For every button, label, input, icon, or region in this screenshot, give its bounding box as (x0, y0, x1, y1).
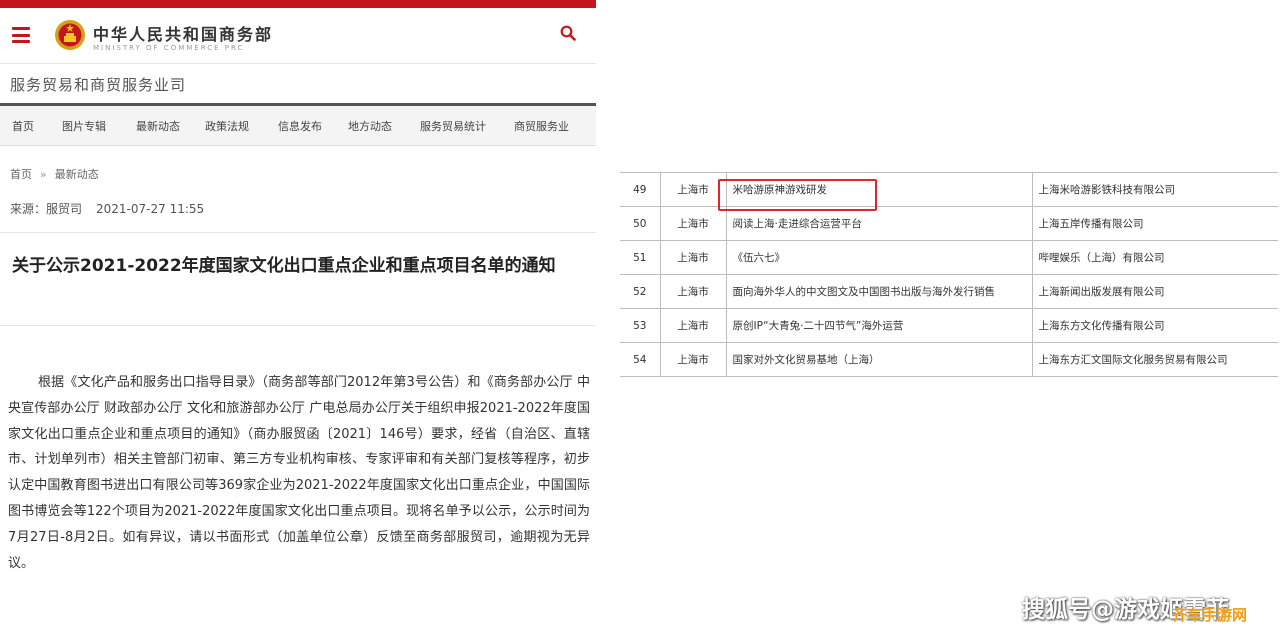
row-city: 上海市 (659, 342, 727, 377)
row-project: 原创IP“大青兔·二十四节气”海外运营 (725, 308, 1033, 343)
search-icon[interactable] (560, 25, 576, 41)
site-header: 中华人民共和国商务部 MINISTRY OF COMMERCE PRC (0, 8, 596, 64)
article-source: 来源：服贸司 (10, 202, 83, 216)
table-row: 52 上海市 面向海外华人的中文图文及中国图书出版与海外发行销售 上海新闻出版发… (620, 274, 1278, 309)
table-row: 53 上海市 原创IP“大青兔·二十四节气”海外运营 上海东方文化传播有限公司 (620, 308, 1278, 343)
breadcrumb: 首页 » 最新动态 (10, 166, 99, 182)
divider (0, 325, 596, 326)
site-name-en: MINISTRY OF COMMERCE PRC (93, 44, 245, 52)
row-city: 上海市 (659, 274, 727, 309)
row-company: 上海新闻出版发展有限公司 (1031, 274, 1278, 309)
row-city: 上海市 (659, 308, 727, 343)
list-table-screenshot: 49 上海市 米哈游原神游戏研发 上海米哈游影铁科技有限公司 50 上海市 阅读… (620, 172, 1278, 377)
row-number: 53 (620, 308, 661, 343)
article-datetime: 2021-07-27 11:55 (96, 202, 205, 216)
row-number: 52 (620, 274, 661, 309)
row-project: 阅读上海·走进综合运营平台 (725, 206, 1033, 241)
article-meta: 来源：服贸司 2021-07-27 11:55 (10, 200, 204, 217)
nav-item-announcements[interactable]: 信息发布 (278, 118, 322, 134)
nav-item-photo-album[interactable]: 图片专辑 (62, 118, 106, 134)
nav-item-commerce-services[interactable]: 商贸服务业 (514, 118, 569, 134)
breadcrumb-home[interactable]: 首页 (10, 168, 32, 181)
table-row: 54 上海市 国家对外文化贸易基地（上海） 上海东方汇文国际文化服务贸易有限公司 (620, 342, 1278, 377)
row-city: 上海市 (659, 206, 727, 241)
row-city: 上海市 (659, 172, 727, 207)
divider (0, 232, 596, 233)
row-company: 上海米哈游影铁科技有限公司 (1031, 172, 1278, 207)
breadcrumb-separator: » (40, 168, 47, 181)
nav-item-local-news[interactable]: 地方动态 (348, 118, 392, 134)
row-number: 51 (620, 240, 661, 275)
top-accent-bar (0, 0, 596, 8)
table-row: 51 上海市 《伍六七》 哔哩娱乐（上海）有限公司 (620, 240, 1278, 275)
row-project: 面向海外华人的中文图文及中国图书出版与海外发行销售 (725, 274, 1033, 309)
main-nav: 首页 图片专辑 最新动态 政策法规 信息发布 地方动态 服务贸易统计 商贸服务业 (0, 106, 596, 146)
breadcrumb-current[interactable]: 最新动态 (55, 168, 99, 181)
row-company: 上海东方文化传播有限公司 (1031, 308, 1278, 343)
nav-item-home[interactable]: 首页 (12, 118, 34, 134)
article-body: 根据《文化产品和服务出口指导目录》（商务部等部门2012年第3号公告）和《商务部… (8, 375, 590, 571)
row-number: 50 (620, 206, 661, 241)
row-number: 49 (620, 172, 661, 207)
table-row: 50 上海市 阅读上海·走进综合运营平台 上海五岸传播有限公司 (620, 206, 1278, 241)
row-company: 上海五岸传播有限公司 (1031, 206, 1278, 241)
row-company: 哔哩娱乐（上海）有限公司 (1031, 240, 1278, 275)
site-watermark: 齐车手游网 (1172, 606, 1248, 624)
hamburger-menu-icon[interactable] (12, 27, 30, 43)
nav-item-trade-statistics[interactable]: 服务贸易统计 (420, 118, 486, 134)
national-emblem-icon (55, 20, 85, 50)
row-city: 上海市 (659, 240, 727, 275)
row-project: 《伍六七》 (725, 240, 1033, 275)
nav-item-latest-news[interactable]: 最新动态 (136, 118, 180, 134)
notice-page-screenshot: 中华人民共和国商务部 MINISTRY OF COMMERCE PRC 服务贸易… (0, 0, 596, 634)
article-title: 关于公示2021-2022年度国家文化出口重点企业和重点项目名单的通知 (12, 256, 556, 276)
row-number: 54 (620, 342, 661, 377)
nav-item-policies[interactable]: 政策法规 (205, 118, 249, 134)
row-company: 上海东方汇文国际文化服务贸易有限公司 (1031, 342, 1278, 377)
highlight-box (718, 179, 877, 211)
row-project: 国家对外文化贸易基地（上海） (725, 342, 1033, 377)
department-banner: 服务贸易和商贸服务业司 (0, 64, 596, 106)
department-name[interactable]: 服务贸易和商贸服务业司 (10, 74, 186, 95)
site-name[interactable]: 中华人民共和国商务部 (93, 21, 273, 45)
